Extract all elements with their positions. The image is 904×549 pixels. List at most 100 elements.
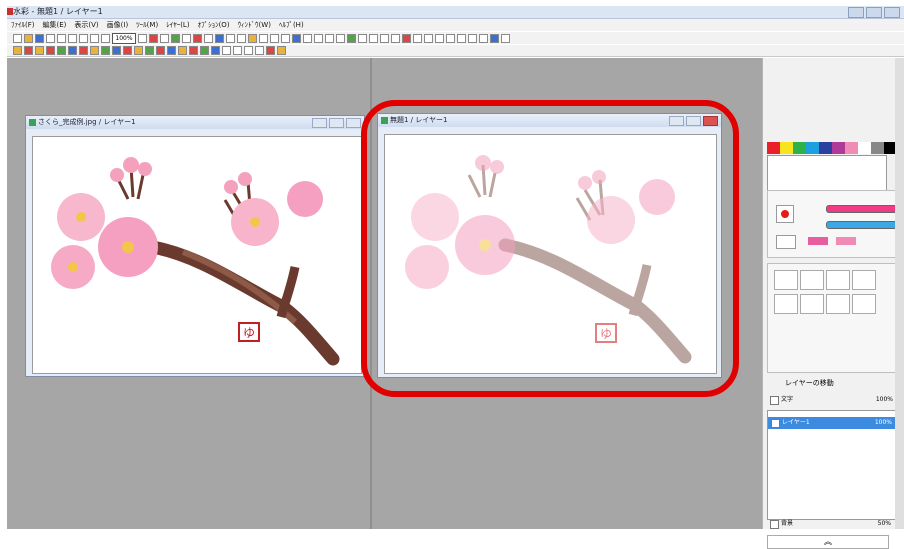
tool-icon[interactable] xyxy=(226,33,235,43)
brush-tool-icon[interactable] xyxy=(68,46,77,55)
tool-icon[interactable] xyxy=(380,33,389,43)
minimize-button[interactable] xyxy=(312,118,327,128)
save-icon[interactable] xyxy=(35,33,44,43)
tool-icon[interactable] xyxy=(149,33,158,43)
brush-preset[interactable] xyxy=(774,270,798,290)
tool-icon[interactable] xyxy=(270,33,279,43)
minimize-button[interactable] xyxy=(848,7,864,18)
brush-tool-icon[interactable] xyxy=(13,46,22,55)
tool-icon[interactable] xyxy=(358,33,367,43)
brush-tool-icon[interactable] xyxy=(46,46,55,55)
close-button[interactable] xyxy=(884,7,900,18)
tool-icon[interactable] xyxy=(501,33,510,43)
panel-scrollbar[interactable] xyxy=(895,58,904,529)
layer-row-selected[interactable]: レイヤー1 100% xyxy=(768,417,896,429)
menu-image[interactable]: 画像(I) xyxy=(103,19,133,31)
brush-preset[interactable] xyxy=(852,294,876,314)
tool-icon[interactable] xyxy=(292,33,301,43)
tool-icon[interactable] xyxy=(237,33,246,43)
tool-icon[interactable] xyxy=(391,33,400,43)
tool-icon[interactable] xyxy=(402,33,411,43)
brush-preset[interactable] xyxy=(800,294,824,314)
brush-mode-icon[interactable] xyxy=(776,235,796,249)
brush-tool-icon[interactable] xyxy=(233,46,242,55)
close-button[interactable] xyxy=(346,118,361,128)
layer-row-text[interactable]: 文字 100% xyxy=(767,394,897,406)
brush-tool-icon[interactable] xyxy=(57,46,66,55)
opacity-slider[interactable] xyxy=(826,221,898,229)
brush-tool-icon[interactable] xyxy=(101,46,110,55)
brush-tool-icon[interactable] xyxy=(134,46,143,55)
redo-icon[interactable] xyxy=(68,33,77,43)
brush-tool-icon[interactable] xyxy=(90,46,99,55)
tool-icon[interactable] xyxy=(336,33,345,43)
brush-preset[interactable] xyxy=(800,270,824,290)
layer-row-background[interactable]: 背景 50% xyxy=(767,518,897,529)
brush-tool-icon[interactable] xyxy=(266,46,275,55)
menu-file[interactable]: ﾌｧｲﾙ(F) xyxy=(7,19,39,31)
layer-visibility-checkbox[interactable] xyxy=(770,520,779,529)
brush-tool-icon[interactable] xyxy=(167,46,176,55)
tool-icon[interactable] xyxy=(171,33,180,43)
document-window-example[interactable]: さくら_完成例.jpg / レイヤー1 ゆ xyxy=(25,115,365,377)
menu-layer[interactable]: ﾚｲﾔｰ(L) xyxy=(162,19,193,31)
zoom-select[interactable]: 100% xyxy=(112,32,136,44)
tool-icon[interactable] xyxy=(281,33,290,43)
tool-icon[interactable] xyxy=(479,33,488,43)
brush-tool-icon[interactable] xyxy=(145,46,154,55)
tool-icon[interactable] xyxy=(303,33,312,43)
brush-preset[interactable] xyxy=(774,294,798,314)
brush-tool-icon[interactable] xyxy=(189,46,198,55)
brush-tool-icon[interactable] xyxy=(222,46,231,55)
brush-tool-icon[interactable] xyxy=(277,46,286,55)
brush-tool-icon[interactable] xyxy=(156,46,165,55)
brush-preset[interactable] xyxy=(852,270,876,290)
tool-icon[interactable] xyxy=(314,33,323,43)
menu-help[interactable]: ﾍﾙﾌﾟ(H) xyxy=(275,19,308,31)
brush-preset[interactable] xyxy=(826,294,850,314)
color-palette[interactable] xyxy=(767,142,897,154)
tool-icon[interactable] xyxy=(259,33,268,43)
maximize-button[interactable] xyxy=(329,118,344,128)
tool-icon[interactable] xyxy=(325,33,334,43)
tool-icon[interactable] xyxy=(182,33,191,43)
brush-tool-icon[interactable] xyxy=(178,46,187,55)
brush-tool-icon[interactable] xyxy=(35,46,44,55)
copy-icon[interactable] xyxy=(90,33,99,43)
menu-options[interactable]: ｵﾌﾟｼｮﾝ(O) xyxy=(194,19,234,31)
tool-icon[interactable] xyxy=(369,33,378,43)
brush-tool-icon[interactable] xyxy=(255,46,264,55)
brush-tool-icon[interactable] xyxy=(79,46,88,55)
menu-window[interactable]: ｳｨﾝﾄﾞｳ(W) xyxy=(234,19,275,31)
brush-tool-icon[interactable] xyxy=(24,46,33,55)
paste-icon[interactable] xyxy=(101,33,110,43)
brush-tool-icon[interactable] xyxy=(244,46,253,55)
tool-icon[interactable] xyxy=(424,33,433,43)
layer-visibility-checkbox[interactable] xyxy=(771,419,780,428)
brush-tool-icon[interactable] xyxy=(123,46,132,55)
layer-visibility-checkbox[interactable] xyxy=(770,396,779,405)
brush-tool-icon[interactable] xyxy=(112,46,121,55)
tool-icon[interactable] xyxy=(347,33,356,43)
tool-icon[interactable] xyxy=(138,33,147,43)
menu-tool[interactable]: ﾂｰﾙ(M) xyxy=(132,19,162,31)
new-icon[interactable] xyxy=(13,33,22,43)
brush-tool-icon[interactable] xyxy=(200,46,209,55)
brush-preset[interactable] xyxy=(826,270,850,290)
tool-icon[interactable] xyxy=(435,33,444,43)
tool-icon[interactable] xyxy=(248,33,257,43)
menu-view[interactable]: 表示(V) xyxy=(70,19,102,31)
collapse-button[interactable]: ︽ xyxy=(767,535,889,549)
tool-icon[interactable] xyxy=(160,33,169,43)
brush-size-slider[interactable] xyxy=(826,205,898,213)
undo-icon[interactable] xyxy=(57,33,66,43)
print-icon[interactable] xyxy=(46,33,55,43)
tool-icon[interactable] xyxy=(204,33,213,43)
menu-edit[interactable]: 編集(E) xyxy=(39,19,71,31)
open-icon[interactable] xyxy=(24,33,33,43)
tool-icon[interactable] xyxy=(215,33,224,43)
tool-icon[interactable] xyxy=(193,33,202,43)
canvas[interactable]: ゆ xyxy=(32,136,362,374)
tool-icon[interactable] xyxy=(446,33,455,43)
tool-icon[interactable] xyxy=(457,33,466,43)
